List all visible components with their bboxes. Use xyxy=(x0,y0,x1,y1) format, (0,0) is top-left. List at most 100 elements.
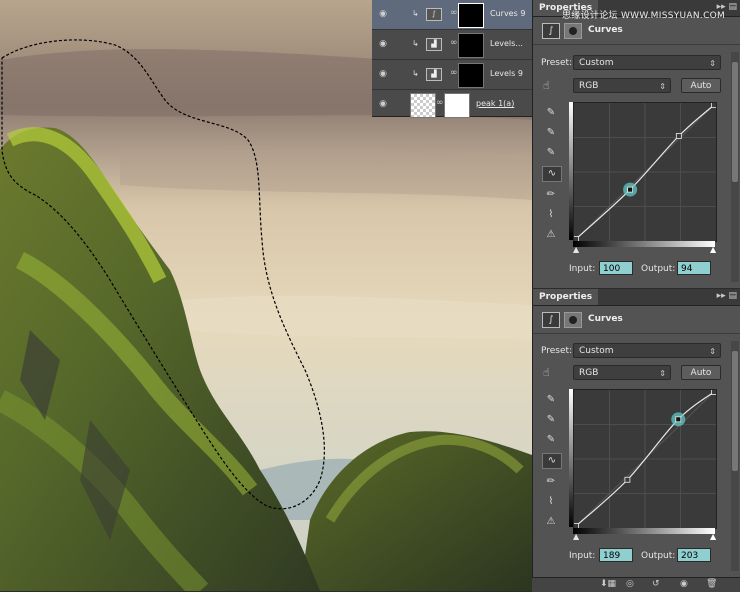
input-value-field[interactable]: 189 xyxy=(599,548,633,562)
channel-dropdown[interactable]: RGB ⇕ xyxy=(573,78,671,93)
visibility-icon[interactable]: ◉ xyxy=(680,579,688,589)
curve-point xyxy=(675,133,682,139)
link-icon: ∞ xyxy=(450,38,458,48)
scrollbar-thumb[interactable] xyxy=(732,351,738,471)
output-label: Output: xyxy=(641,264,676,274)
properties-panel-top: Properties ▸▸ ▤ ∫ Curves Preset: Custom ⇕… xyxy=(532,0,740,288)
eye-icon[interactable]: ◉ xyxy=(378,9,388,19)
input-gradient xyxy=(573,528,715,534)
properties-panel-bottom: Properties ▸▸ ▤ ∫ Curves Preset: Custom ⇕… xyxy=(532,289,740,577)
black-point-slider-icon[interactable]: ▲ xyxy=(573,532,579,541)
layer-row-peak[interactable]: ◉ ∞ peak 1(a) xyxy=(372,90,532,119)
curve-point-active xyxy=(675,416,682,423)
properties-tab[interactable]: Properties xyxy=(533,289,599,305)
layer-thumbnail[interactable] xyxy=(410,93,436,118)
pencil-tool-icon[interactable]: ✏ xyxy=(542,188,560,202)
preset-dropdown[interactable]: Custom ⇕ xyxy=(573,343,721,358)
black-point-slider-icon[interactable]: ▲ xyxy=(573,245,579,254)
layer-name: Levels... xyxy=(490,39,523,48)
output-label: Output: xyxy=(641,551,676,561)
gray-eyedropper-icon[interactable]: ✎ xyxy=(542,413,560,427)
curves-icon[interactable]: ∫ xyxy=(542,23,560,39)
auto-button[interactable]: Auto xyxy=(681,365,721,380)
curve-graph[interactable] xyxy=(573,102,717,242)
input-gradient xyxy=(573,241,715,247)
curve-graph[interactable] xyxy=(573,389,717,529)
white-eyedropper-icon[interactable]: ✎ xyxy=(542,146,560,160)
levels-adjustment-icon: ▟ xyxy=(426,38,442,51)
layer-row-curves-9[interactable]: ◉ ↳ ∫ ∞ Curves 9 xyxy=(372,0,532,30)
mask-icon[interactable] xyxy=(564,312,582,328)
curves-icon[interactable]: ∫ xyxy=(542,312,560,328)
dropdown-arrow-icon: ⇕ xyxy=(659,369,666,378)
targeted-adjustment-hand-icon[interactable]: ☝ xyxy=(543,366,550,379)
curves-adjustment-icon: ∫ xyxy=(426,8,442,21)
smooth-curve-icon[interactable]: ⌇ xyxy=(542,208,560,222)
scrollbar-thumb[interactable] xyxy=(732,62,738,182)
layer-row-levels-copy[interactable]: ◉ ↳ ▟ ∞ Levels... xyxy=(372,30,532,60)
reset-icon[interactable]: ↺ xyxy=(652,579,660,589)
black-eyedropper-icon[interactable]: ✎ xyxy=(542,106,560,120)
layer-mask-thumbnail[interactable] xyxy=(444,93,470,118)
layer-name: peak 1(a) xyxy=(476,99,515,108)
auto-button[interactable]: Auto xyxy=(681,78,721,93)
watermark: 思缘设计论坛 WWW.MISSYUAN.COM xyxy=(562,11,726,21)
output-value-field[interactable]: 94 xyxy=(677,261,711,275)
link-icon: ∞ xyxy=(450,68,458,78)
properties-bottom-toolbar: ⬇▦ ◎ ↺ ◉ 🗑 xyxy=(532,577,740,592)
layer-name: Curves 9 xyxy=(490,9,526,18)
eye-icon[interactable]: ◉ xyxy=(378,99,388,109)
curve-svg[interactable] xyxy=(573,389,717,529)
clip-arrow-icon: ↳ xyxy=(412,69,419,78)
curve-point-tool-icon[interactable]: ∿ xyxy=(542,166,562,182)
layer-name: Levels 9 xyxy=(490,69,523,78)
panel-title: Curves xyxy=(588,314,623,324)
dropdown-arrow-icon: ⇕ xyxy=(709,59,716,68)
view-previous-state-icon[interactable]: ◎ xyxy=(626,579,634,589)
layers-panel: ◉ ↳ ∫ ∞ Curves 9 ◉ ↳ ▟ ∞ Levels... ◉ ↳ ▟… xyxy=(372,0,532,119)
eye-icon[interactable]: ◉ xyxy=(378,39,388,49)
levels-adjustment-icon: ▟ xyxy=(426,68,442,81)
clip-arrow-icon: ↳ xyxy=(412,9,419,18)
pencil-tool-icon[interactable]: ✏ xyxy=(542,475,560,489)
white-point-slider-icon[interactable]: ▲ xyxy=(710,245,716,254)
dropdown-arrow-icon: ⇕ xyxy=(709,347,716,356)
clip-arrow-icon: ↳ xyxy=(412,39,419,48)
curve-point xyxy=(711,102,717,108)
clipping-warning-icon[interactable]: ⚠ xyxy=(542,515,560,529)
input-label: Input: xyxy=(569,264,596,274)
scrollbar[interactable] xyxy=(731,52,739,282)
layer-mask-thumbnail[interactable] xyxy=(458,3,484,28)
eye-icon[interactable]: ◉ xyxy=(378,69,388,79)
white-eyedropper-icon[interactable]: ✎ xyxy=(542,433,560,447)
curve-point-tool-icon[interactable]: ∿ xyxy=(542,453,562,469)
channel-dropdown[interactable]: RGB ⇕ xyxy=(573,365,671,380)
link-icon: ∞ xyxy=(436,98,444,108)
black-eyedropper-icon[interactable]: ✎ xyxy=(542,393,560,407)
mask-icon[interactable] xyxy=(564,23,582,39)
layer-row-levels-9[interactable]: ◉ ↳ ▟ ∞ Levels 9 xyxy=(372,60,532,90)
output-value-field[interactable]: 203 xyxy=(677,548,711,562)
smooth-curve-icon[interactable]: ⌇ xyxy=(542,495,560,509)
clipping-warning-icon[interactable]: ⚠ xyxy=(542,228,560,242)
panel-title: Curves xyxy=(588,25,623,35)
curve-point xyxy=(624,476,631,483)
white-point-slider-icon[interactable]: ▲ xyxy=(710,532,716,541)
trash-icon[interactable]: 🗑 xyxy=(706,579,717,589)
curve-point-active xyxy=(627,186,634,193)
curve-svg[interactable] xyxy=(573,102,717,242)
gray-eyedropper-icon[interactable]: ✎ xyxy=(542,126,560,140)
input-value-field[interactable]: 100 xyxy=(599,261,633,275)
input-label: Input: xyxy=(569,551,596,561)
link-icon: ∞ xyxy=(450,8,458,18)
preset-label: Preset: xyxy=(541,58,573,68)
dropdown-arrow-icon: ⇕ xyxy=(659,82,666,91)
preset-label: Preset: xyxy=(541,346,573,356)
panel-menu-icon[interactable]: ▸▸ ▤ xyxy=(717,291,737,301)
clip-to-layer-icon[interactable]: ⬇▦ xyxy=(600,579,616,589)
layer-mask-thumbnail[interactable] xyxy=(458,63,484,88)
layer-mask-thumbnail[interactable] xyxy=(458,33,484,58)
preset-dropdown[interactable]: Custom ⇕ xyxy=(573,55,721,70)
targeted-adjustment-hand-icon[interactable]: ☝ xyxy=(543,79,550,92)
scrollbar[interactable] xyxy=(731,341,739,571)
